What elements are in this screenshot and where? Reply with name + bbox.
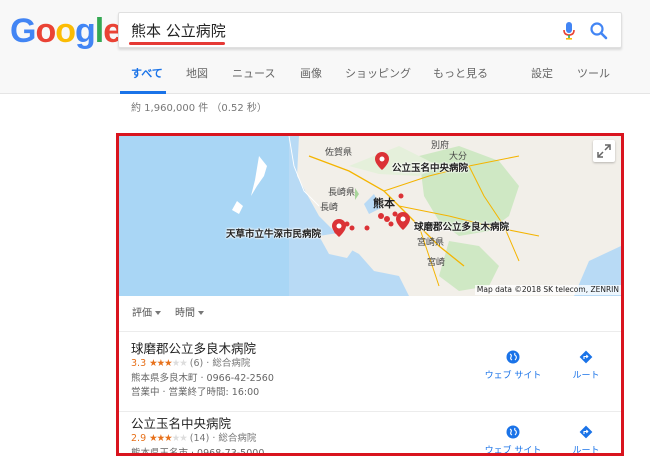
star-rating-icon: ★★★★★ (149, 358, 188, 369)
listing-hours: 営業中 · 営業終了時間: 16:00 (131, 387, 260, 398)
listing-address: 熊本県玉名市 · 0968-73-5000 (131, 448, 265, 456)
website-button[interactable]: ウェブ サイト (478, 350, 548, 382)
listing-rating: 2.9 ★★★★★ (14) · 総合病院 (131, 432, 256, 445)
stars-off: ★★ (171, 358, 188, 369)
listing-category: · 総合病院 (212, 433, 257, 444)
website-button[interactable]: ウェブ サイト (478, 425, 548, 456)
map-expand-button[interactable] (593, 140, 615, 162)
review-count[interactable]: (14) (190, 433, 210, 444)
tab-images[interactable]: 画像 (300, 67, 322, 81)
tab-more[interactable]: もっと見る (433, 67, 488, 81)
star-rating-icon: ★★★★★ (149, 433, 188, 444)
search-box[interactable]: 熊本 公立病院 (118, 12, 622, 48)
listing-rating: 3.3 ★★★★★ (6) · 総合病院 (131, 357, 250, 370)
stars-full: ★★★ (149, 358, 173, 369)
filter-rating[interactable]: 評価 (132, 308, 161, 320)
local-results-card: 佐賀県 長崎県 長崎 別府 大分 熊本 宮崎県 宮崎 公立玉名中央病院 球磨郡公… (116, 133, 624, 456)
tab-maps[interactable]: 地図 (186, 67, 208, 81)
map-label-saga: 佐賀県 (325, 148, 353, 158)
website-label: ウェブ サイト (484, 446, 542, 456)
logo-letter-o1: o (35, 12, 56, 50)
map-credit: Map data ©2018 SK telecom, ZENRIN (474, 285, 621, 295)
tab-all[interactable]: すべて (131, 67, 163, 81)
route-label: ルート (572, 446, 600, 456)
map-label-miyazaki: 宮崎 (427, 258, 446, 268)
map-pin-label-taragi[interactable]: 球磨郡公立多良木病院 (414, 222, 509, 234)
tab-news[interactable]: ニュース (232, 67, 275, 81)
expand-icon (597, 144, 611, 158)
tab-tools[interactable]: ツール (577, 67, 610, 81)
route-button[interactable]: ルート (551, 350, 621, 382)
listing-name[interactable]: 公立玉名中央病院 (131, 416, 231, 432)
listing-address: 熊本県多良木町 · 0966-42-2560 (131, 373, 274, 384)
map-pin-label-amakusa[interactable]: 天草市立牛深市民病院 (226, 229, 321, 241)
map-view[interactable]: 佐賀県 長崎県 長崎 別府 大分 熊本 宮崎県 宮崎 公立玉名中央病院 球磨郡公… (119, 136, 621, 296)
tab-settings[interactable]: 設定 (531, 67, 553, 81)
search-tabs: すべて 地図 ニュース 画像 ショッピング もっと見る 設定 ツール (0, 58, 650, 94)
logo-letter-l: l (94, 12, 105, 50)
search-button[interactable] (589, 21, 609, 41)
map-label-miyazaki-pref: 宮崎県 (417, 238, 445, 248)
map-label-oita: 大分 (449, 152, 468, 162)
map-label-beppu: 別府 (431, 141, 450, 151)
filter-hours-label: 時間 (175, 308, 195, 319)
listing-name[interactable]: 球磨郡公立多良木病院 (131, 341, 256, 357)
globe-icon (506, 425, 520, 439)
stars-off: ★★ (171, 433, 188, 444)
tab-shopping[interactable]: ショッピング (345, 67, 411, 81)
route-button[interactable]: ルート (551, 425, 621, 456)
logo-letter-g2: g (75, 12, 96, 50)
map-label-kumamoto: 熊本 (373, 197, 395, 210)
logo-letter-g: G (10, 12, 36, 50)
list-item[interactable]: 球磨郡公立多良木病院 3.3 ★★★★★ (6) · 総合病院 熊本県多良木町 … (119, 333, 621, 411)
rating-value: 3.3 (131, 358, 147, 369)
google-logo[interactable]: Google (10, 11, 122, 51)
map-pin-label-tamana[interactable]: 公立玉名中央病院 (392, 163, 468, 175)
header-bar: Google 熊本 公立病院 すべて 地図 ニュース 画像 ショッピング もっと… (0, 0, 650, 94)
directions-icon (579, 425, 593, 439)
microphone-icon[interactable] (561, 21, 577, 41)
globe-icon (506, 350, 520, 364)
review-count[interactable]: (6) (190, 358, 203, 369)
website-label: ウェブ サイト (484, 371, 542, 381)
directions-icon (579, 350, 593, 364)
map-label-nagasaki: 長崎 (320, 203, 339, 213)
route-label: ルート (572, 371, 600, 381)
list-item[interactable]: 公立玉名中央病院 2.9 ★★★★★ (14) · 総合病院 熊本県玉名市 · … (119, 412, 621, 456)
rating-value: 2.9 (131, 433, 147, 444)
chevron-down-icon (198, 311, 204, 315)
search-input[interactable]: 熊本 公立病院 (131, 21, 226, 41)
query-highlight-underline (129, 42, 225, 45)
map-label-nagasaki-pref: 長崎県 (328, 188, 356, 198)
active-tab-indicator (120, 91, 166, 94)
listing-category: · 総合病院 (206, 358, 251, 369)
map-background (119, 136, 621, 296)
result-stats: 約 1,960,000 件 （0.52 秒） (131, 103, 267, 114)
filter-hours[interactable]: 時間 (175, 308, 204, 320)
logo-letter-o2: o (55, 12, 76, 50)
filter-rating-label: 評価 (132, 308, 152, 319)
filter-bar: 評価 時間 (119, 296, 621, 332)
chevron-down-icon (155, 311, 161, 315)
stars-full: ★★★ (149, 433, 173, 444)
